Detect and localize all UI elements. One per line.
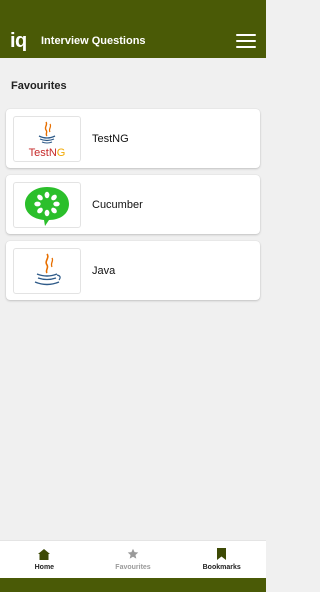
nav-label-bookmarks: Bookmarks bbox=[202, 564, 241, 571]
bottom-navigation: Home Favourites Bookmarks bbox=[0, 540, 266, 578]
star-icon bbox=[127, 548, 139, 559]
favourite-card-java[interactable]: Java bbox=[6, 241, 260, 300]
nav-item-bookmarks[interactable]: Bookmarks bbox=[177, 541, 266, 578]
app-logo: iq bbox=[10, 29, 27, 52]
favourite-card-testng[interactable]: TestNG TestNG bbox=[6, 109, 260, 168]
nav-label-home: Home bbox=[34, 563, 55, 571]
bookmark-icon bbox=[217, 548, 227, 560]
java-logo-icon bbox=[13, 247, 81, 294]
system-nav-bar bbox=[0, 578, 266, 592]
nav-item-favourites[interactable]: Favourites bbox=[89, 541, 178, 578]
cucumber-logo-icon bbox=[13, 181, 81, 228]
home-icon bbox=[38, 548, 51, 560]
svg-text:TestNG: TestNG bbox=[29, 147, 66, 159]
nav-item-home[interactable]: Home bbox=[0, 541, 89, 578]
favourite-label: TestNG bbox=[92, 132, 129, 145]
nav-label-favourites: Favourites bbox=[115, 564, 151, 571]
app-bar: iq Interview Questions bbox=[0, 24, 266, 58]
testng-logo-icon: TestNG bbox=[13, 115, 81, 162]
app-title: Interview Questions bbox=[41, 35, 146, 47]
favourite-card-cucumber[interactable]: Cucumber bbox=[6, 175, 260, 234]
hamburger-menu-icon[interactable] bbox=[236, 33, 256, 49]
status-bar bbox=[0, 0, 266, 24]
favourite-label: Java bbox=[92, 264, 116, 277]
favourite-label: Cucumber bbox=[92, 198, 143, 211]
section-title: Favourites bbox=[11, 80, 67, 92]
